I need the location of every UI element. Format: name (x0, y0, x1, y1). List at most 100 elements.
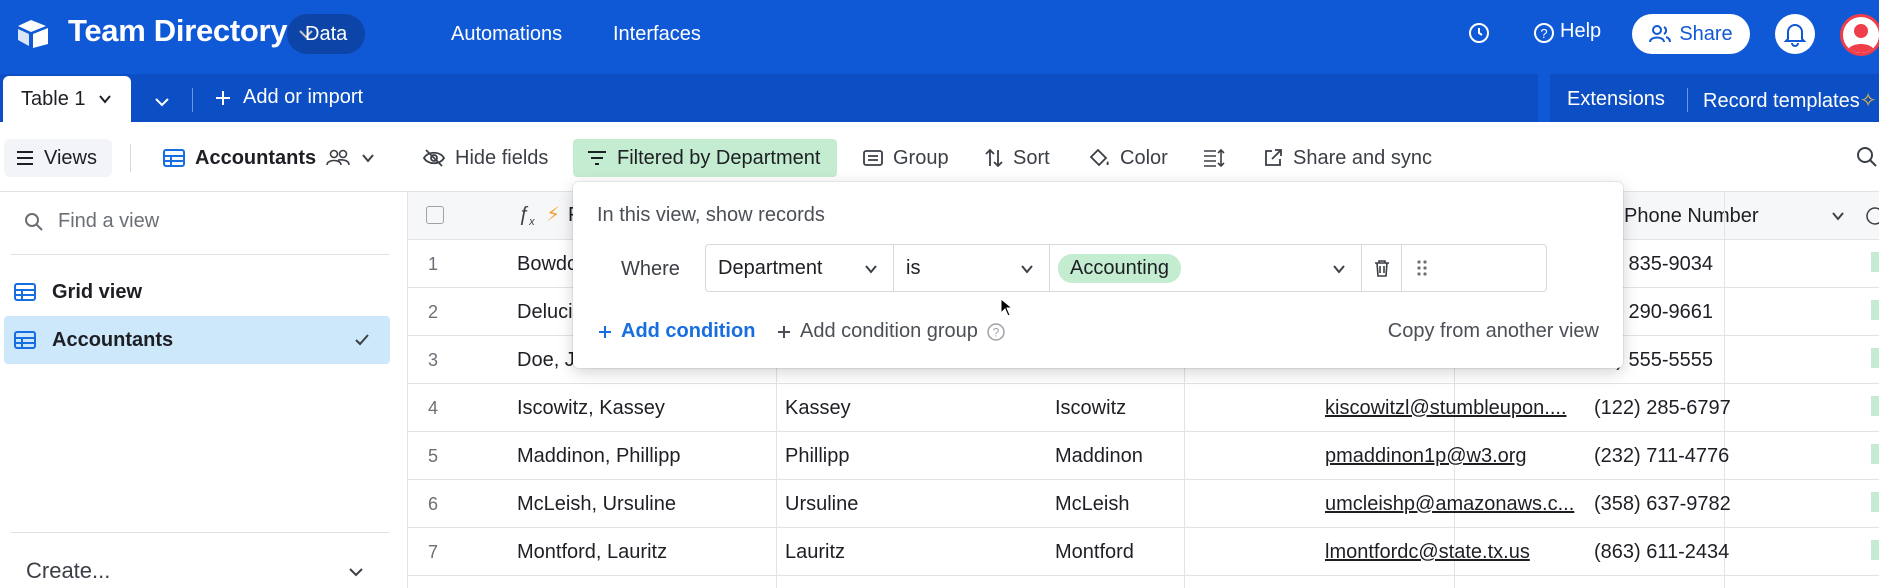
last-name-cell[interactable]: Montford (1055, 528, 1134, 576)
first-name-cell[interactable]: Lauritz (785, 528, 845, 576)
sparkle-icon: ✧ (1859, 90, 1877, 112)
drag-handle-icon (1417, 260, 1427, 276)
svg-text:?: ? (1540, 26, 1547, 41)
sidebar-item-grid-view[interactable]: Grid view (4, 268, 390, 316)
filter-button[interactable]: Filtered by Department (573, 139, 837, 177)
sort-button[interactable]: Sort (985, 144, 1050, 172)
hide-fields-label: Hide fields (455, 146, 549, 169)
name-cell[interactable]: Iscowitz, Kassey (517, 384, 665, 432)
copy-from-another-view-button[interactable]: Copy from another view (1388, 320, 1599, 343)
row-number: 5 (428, 446, 439, 466)
name-cell[interactable]: McLeish, Ursuline (517, 480, 676, 528)
extensions-button[interactable]: Extensions (1567, 88, 1665, 111)
row-number: 3 (428, 350, 439, 370)
lightning-icon: ⚡ (546, 204, 561, 226)
add-or-import-button[interactable]: Add or import (213, 86, 363, 109)
chevron-down-icon[interactable] (1830, 208, 1846, 224)
chevron-down-icon[interactable] (360, 150, 376, 166)
drag-handle[interactable] (1402, 245, 1442, 291)
record-templates-button[interactable]: Record templates✧ (1703, 88, 1877, 113)
add-condition-group-label: Add condition group (800, 320, 978, 342)
sort-label: Sort (1013, 146, 1050, 169)
phone-cell[interactable]: (122) 285-6797 (1594, 384, 1731, 432)
row-height-button[interactable] (1203, 144, 1225, 172)
formula-icon: ƒx (518, 203, 535, 228)
where-label: Where (621, 258, 680, 280)
value-select[interactable]: Accounting (1050, 245, 1362, 291)
last-name-cell[interactable]: McLeish (1055, 480, 1129, 528)
first-name-cell[interactable]: Phillipp (785, 432, 849, 480)
history-icon[interactable] (1467, 21, 1491, 45)
current-view-button[interactable]: Accountants (163, 144, 376, 172)
base-name[interactable]: Team Directory (68, 13, 288, 49)
select-all-checkbox[interactable] (426, 206, 444, 224)
top-bar: Team Directory Data Automations Interfac… (0, 0, 1879, 66)
chevron-down-icon[interactable] (152, 92, 172, 112)
first-name-cell[interactable]: Kassey (785, 384, 851, 432)
add-condition-button[interactable]: Add condition (597, 320, 755, 343)
phone-cell[interactable]: (232) 711-4776 (1594, 432, 1729, 480)
nav-tab-automations[interactable]: Automations (433, 14, 580, 54)
notifications-button[interactable] (1775, 14, 1815, 54)
help-button[interactable]: Help (1560, 20, 1601, 43)
collaborative-view-icon (326, 149, 350, 166)
table-row[interactable]: 6 McLeish, Ursuline Ursuline McLeish umc… (408, 480, 1879, 528)
column-header-phone[interactable]: Phone Number (1624, 192, 1759, 240)
operator-select-value: is (906, 256, 921, 279)
name-cell[interactable]: Deluci (517, 288, 573, 336)
row-height-icon (1204, 148, 1225, 168)
phone-cell[interactable]: (358) 637-9782 (1594, 480, 1731, 528)
help-icon[interactable]: ? (986, 322, 1006, 342)
name-cell[interactable]: Montford, Lauritz (517, 528, 667, 576)
chevron-down-icon[interactable] (98, 92, 112, 106)
share-button[interactable]: Share (1632, 14, 1750, 54)
operator-select[interactable]: is (894, 245, 1050, 291)
name-cell[interactable]: Doe, J (517, 336, 575, 384)
nav-tab-interfaces[interactable]: Interfaces (595, 14, 719, 54)
color-button[interactable]: Color (1088, 144, 1168, 172)
table-row[interactable]: 5 Maddinon, Phillipp Phillipp Maddinon p… (408, 432, 1879, 480)
field-select[interactable]: Department (706, 245, 894, 291)
row-number: 4 (428, 398, 439, 418)
help-icon[interactable]: ? (1532, 21, 1556, 45)
search-icon[interactable] (1856, 146, 1878, 168)
chevron-down-icon (1333, 265, 1345, 274)
nav-tab-data[interactable]: Data (287, 14, 366, 54)
user-avatar-icon (1847, 24, 1875, 53)
record-templates-label: Record templates (1703, 90, 1860, 112)
last-name-cell[interactable]: Maddinon (1055, 432, 1143, 480)
plus-icon (778, 325, 790, 338)
filter-popover: In this view, show records Where Departm… (573, 182, 1623, 368)
views-label: Views (44, 146, 97, 169)
email-cell[interactable]: umcleishp@amazonaws.c... (1325, 480, 1579, 528)
table-row[interactable]: 4 Iscowitz, Kassey Kassey Iscowitz kisco… (408, 384, 1879, 432)
group-icon (863, 150, 883, 166)
email-cell[interactable]: kiscowitzl@stumbleupon.... (1325, 384, 1579, 432)
views-sidebar: Find a view Grid view Accountants Create… (0, 192, 408, 588)
tab-table-1[interactable]: Table 1 (3, 76, 131, 122)
divider (1687, 88, 1688, 112)
name-cell[interactable]: Bowdo (517, 240, 578, 288)
chevron-down-icon[interactable] (346, 562, 366, 582)
paint-bucket-icon (1089, 148, 1109, 167)
checkbox-column-edge (1866, 207, 1879, 560)
delete-condition-button[interactable] (1362, 245, 1402, 291)
first-name-cell[interactable]: Ursuline (785, 480, 858, 528)
email-cell[interactable]: lmontfordc@state.tx.us (1325, 528, 1579, 576)
last-name-cell[interactable]: Iscowitz (1055, 384, 1126, 432)
group-label: Group (893, 146, 949, 169)
create-view-button[interactable]: Create... (26, 558, 110, 584)
find-view-input[interactable]: Find a view (24, 210, 159, 233)
airtable-logo-icon[interactable] (16, 18, 50, 48)
table-row[interactable]: 7 Montford, Lauritz Lauritz Montford lmo… (408, 528, 1879, 576)
add-condition-group-button[interactable]: Add condition group ? (776, 320, 1006, 343)
group-button[interactable]: Group (863, 144, 949, 172)
avatar[interactable] (1840, 14, 1879, 56)
hide-fields-button[interactable]: Hide fields (423, 144, 548, 172)
name-cell[interactable]: Maddinon, Phillipp (517, 432, 680, 480)
phone-cell[interactable]: (863) 611-2434 (1594, 528, 1729, 576)
sidebar-item-accountants[interactable]: Accountants (4, 316, 390, 364)
share-and-sync-button[interactable]: Share and sync (1263, 144, 1432, 172)
email-cell[interactable]: pmaddinon1p@w3.org (1325, 432, 1579, 480)
views-button[interactable]: Views (4, 139, 112, 177)
